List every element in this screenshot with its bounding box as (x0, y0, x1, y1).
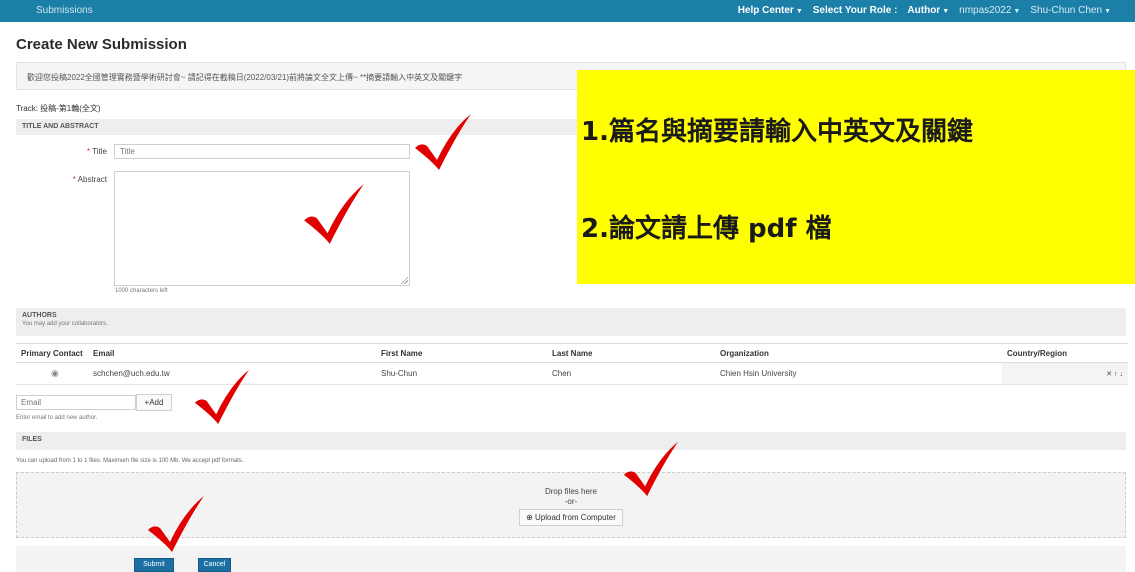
help-center-menu[interactable]: Help Center ▼ (738, 5, 803, 16)
add-author-help-text: Enter email to add new author. (16, 415, 98, 421)
checkmark-icon (415, 114, 471, 170)
page-title: Create New Submission (16, 36, 187, 53)
authors-table-header: Primary Contact Email First Name Last Na… (16, 343, 1128, 363)
column-header: Country/Region (1002, 343, 1128, 363)
select-role-label: Select Your Role : (812, 5, 898, 16)
resize-handle-icon[interactable] (400, 276, 408, 284)
abstract-label: * Abstract (55, 175, 107, 184)
upload-from-computer-button[interactable]: ⊕ Upload from Computer (519, 509, 623, 526)
checkmark-icon (304, 184, 364, 244)
remove-icon[interactable]: ✕ ↑ ↓ (1106, 371, 1123, 378)
cancel-button[interactable]: Cancel (198, 558, 231, 572)
checkmark-icon (623, 441, 679, 497)
top-nav-bar: Submissions Help Center ▼ Select Your Rol… (0, 0, 1135, 22)
row-actions[interactable]: ✕ ↑ ↓ (1002, 362, 1128, 385)
files-section-header: FILES (16, 432, 1126, 450)
authors-table: Primary Contact Email First Name Last Na… (16, 343, 1128, 385)
column-header: Last Name (547, 343, 715, 363)
last-name-cell: Chen (547, 362, 715, 385)
column-header: Organization (715, 343, 1002, 363)
column-header: Primary Contact (16, 343, 88, 363)
abstract-char-counter: 1000 characters left (115, 288, 168, 294)
user-name: Shu-Chun Chen (1030, 5, 1103, 16)
role-value: Author (907, 5, 941, 16)
upload-note: You can upload from 1 to 1 files. Maximu… (16, 458, 244, 464)
user-menu[interactable]: Shu-Chun Chen ▼ (1030, 5, 1111, 16)
role-dropdown[interactable]: Author ▼ (907, 5, 949, 16)
checkmark-icon (148, 496, 204, 552)
chevron-down-icon: ▼ (795, 8, 803, 15)
authors-section-title: AUTHORS (22, 312, 57, 319)
required-mark: * (86, 147, 91, 156)
instruction-line-2: 2.論文請上傳 pdf 檔 (581, 214, 832, 244)
authors-section-subtitle: You may add your collaborators. (22, 321, 108, 327)
instruction-line-1: 1.篇名與摘要請輸入中英文及關鍵 (581, 117, 973, 147)
brand-link[interactable]: Submissions (36, 5, 93, 16)
chevron-down-icon: ▼ (942, 8, 950, 15)
track-label: Track: 投稿-第1輪(全文) (16, 104, 101, 113)
table-row: ◉ schchen@uch.edu.tw Shu-Chun Chen Chien… (16, 362, 1128, 385)
author-email-input[interactable] (16, 395, 136, 410)
primary-contact-cell: ◉ (16, 362, 88, 385)
column-header: Email (88, 343, 376, 363)
chevron-down-icon: ▼ (1104, 8, 1111, 15)
add-author-button[interactable]: +Add (136, 394, 172, 411)
checkmark-icon (194, 369, 250, 425)
instruction-overlay: 1.篇名與摘要請輸入中英文及關鍵 2.論文請上傳 pdf 檔 (577, 70, 1135, 284)
help-center-label: Help Center (737, 5, 794, 16)
top-nav-menu: Help Center ▼ Select Your Role : Author ▼ … (728, 5, 1111, 16)
first-name-cell: Shu-Chun (376, 362, 547, 385)
abstract-label-text: Abstract (77, 175, 107, 184)
chevron-down-icon: ▼ (1013, 8, 1021, 15)
account-dropdown[interactable]: nmpas2022 ▼ (959, 5, 1020, 16)
primary-contact-radio[interactable]: ◉ (21, 368, 59, 379)
title-input[interactable] (114, 144, 410, 159)
required-mark: * (72, 175, 76, 184)
organization-cell: Chien Hsin University (715, 362, 1002, 385)
title-label-text: Title (92, 147, 107, 156)
authors-section-header: AUTHORS You may add your collaborators. (16, 308, 1126, 336)
column-header: First Name (376, 343, 547, 363)
account-value: nmpas2022 (959, 5, 1012, 16)
title-label: * Title (60, 147, 107, 156)
submit-button[interactable]: Submit (134, 558, 174, 572)
